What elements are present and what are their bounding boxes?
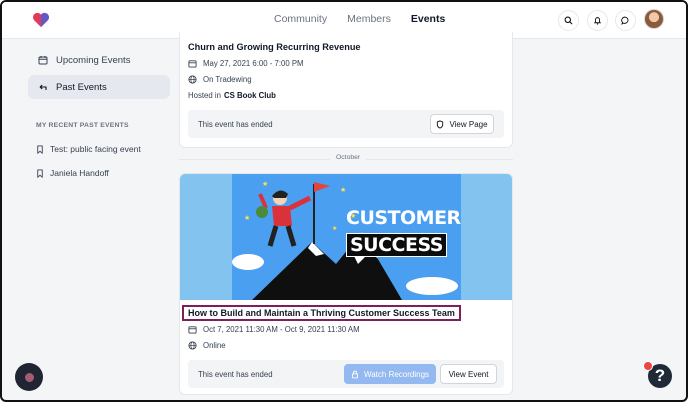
calendar-icon bbox=[188, 326, 197, 334]
shield-icon bbox=[437, 119, 444, 129]
app-window: Community Members Events Upcoming Events… bbox=[0, 0, 688, 402]
heart-logo-icon[interactable] bbox=[32, 12, 50, 28]
bookmark-icon bbox=[37, 168, 43, 178]
globe-icon bbox=[188, 341, 197, 350]
search-button[interactable] bbox=[558, 10, 579, 31]
messages-button[interactable] bbox=[615, 10, 636, 31]
svg-text:★: ★ bbox=[244, 214, 250, 222]
event-status: This event has ended bbox=[198, 369, 273, 379]
calendar-icon bbox=[38, 56, 48, 65]
notifications-button[interactable] bbox=[587, 10, 608, 31]
host-club-link[interactable]: CS Book Club bbox=[224, 91, 276, 100]
watch-recordings-button[interactable]: Watch Recordings bbox=[344, 364, 436, 384]
event-status-bar: This event has ended Watch Recordings Vi… bbox=[188, 360, 504, 388]
event-card: Churn and Growing Recurring Revenue May … bbox=[179, 32, 513, 148]
view-page-button[interactable]: View Page bbox=[430, 114, 494, 134]
month-label: October bbox=[330, 154, 367, 161]
svg-text:★: ★ bbox=[340, 186, 346, 194]
lock-icon bbox=[351, 370, 358, 378]
event-banner-image[interactable]: ★ ★ ★ ★ ★ CUSTOMER SUCCESS bbox=[180, 174, 512, 300]
return-icon bbox=[39, 84, 47, 90]
sidebar-item-past-events[interactable]: Past Events bbox=[28, 75, 170, 99]
chat-launcher-icon bbox=[24, 372, 34, 382]
recent-event-link[interactable]: Janiela Handoff bbox=[36, 168, 109, 178]
svg-text:★: ★ bbox=[262, 180, 268, 188]
sidebar-item-label: Upcoming Events bbox=[56, 54, 131, 66]
help-notification-badge bbox=[643, 361, 653, 371]
recent-events-heading: MY RECENT PAST EVENTS bbox=[36, 122, 129, 129]
sidebar-item-upcoming-events[interactable]: Upcoming Events bbox=[28, 48, 170, 72]
sidebar: Upcoming Events Past Events MY RECENT PA… bbox=[2, 40, 178, 400]
banner-text-customer: CUSTOMER bbox=[346, 207, 461, 229]
event-title[interactable]: How to Build and Maintain a Thriving Cus… bbox=[182, 305, 461, 321]
main-nav: Community Members Events bbox=[274, 13, 445, 25]
event-status-bar: This event has ended View Page bbox=[188, 110, 504, 138]
event-title[interactable]: Churn and Growing Recurring Revenue bbox=[188, 42, 361, 52]
recent-event-link[interactable]: Test: public facing event bbox=[36, 144, 141, 154]
nav-events[interactable]: Events bbox=[411, 13, 445, 25]
nav-community[interactable]: Community bbox=[274, 13, 327, 25]
chat-icon bbox=[621, 16, 629, 25]
event-status: This event has ended bbox=[198, 119, 273, 129]
event-card: ★ ★ ★ ★ ★ CUSTOMER SUCCESS How to Build … bbox=[179, 173, 513, 395]
calendar-icon bbox=[188, 60, 197, 68]
sidebar-item-label: Past Events bbox=[56, 81, 107, 93]
view-event-button[interactable]: View Event bbox=[440, 364, 497, 384]
event-location: On Tradewing bbox=[188, 75, 252, 84]
bookmark-icon bbox=[37, 144, 43, 154]
bell-icon bbox=[593, 17, 602, 25]
nav-members[interactable]: Members bbox=[347, 13, 391, 25]
banner-text-success: SUCCESS bbox=[346, 233, 447, 257]
svg-text:★: ★ bbox=[332, 225, 337, 232]
globe-icon bbox=[188, 75, 197, 84]
user-avatar[interactable] bbox=[644, 9, 664, 29]
chat-launcher-button[interactable] bbox=[15, 363, 43, 391]
event-date: May 27, 2021 6:00 - 7:00 PM bbox=[188, 59, 304, 68]
event-location: Online bbox=[188, 341, 226, 350]
event-host: Hosted in CS Book Club bbox=[188, 91, 276, 100]
event-date: Oct 7, 2021 11:30 AM - Oct 9, 2021 11:30… bbox=[188, 325, 360, 334]
search-icon bbox=[564, 16, 573, 25]
